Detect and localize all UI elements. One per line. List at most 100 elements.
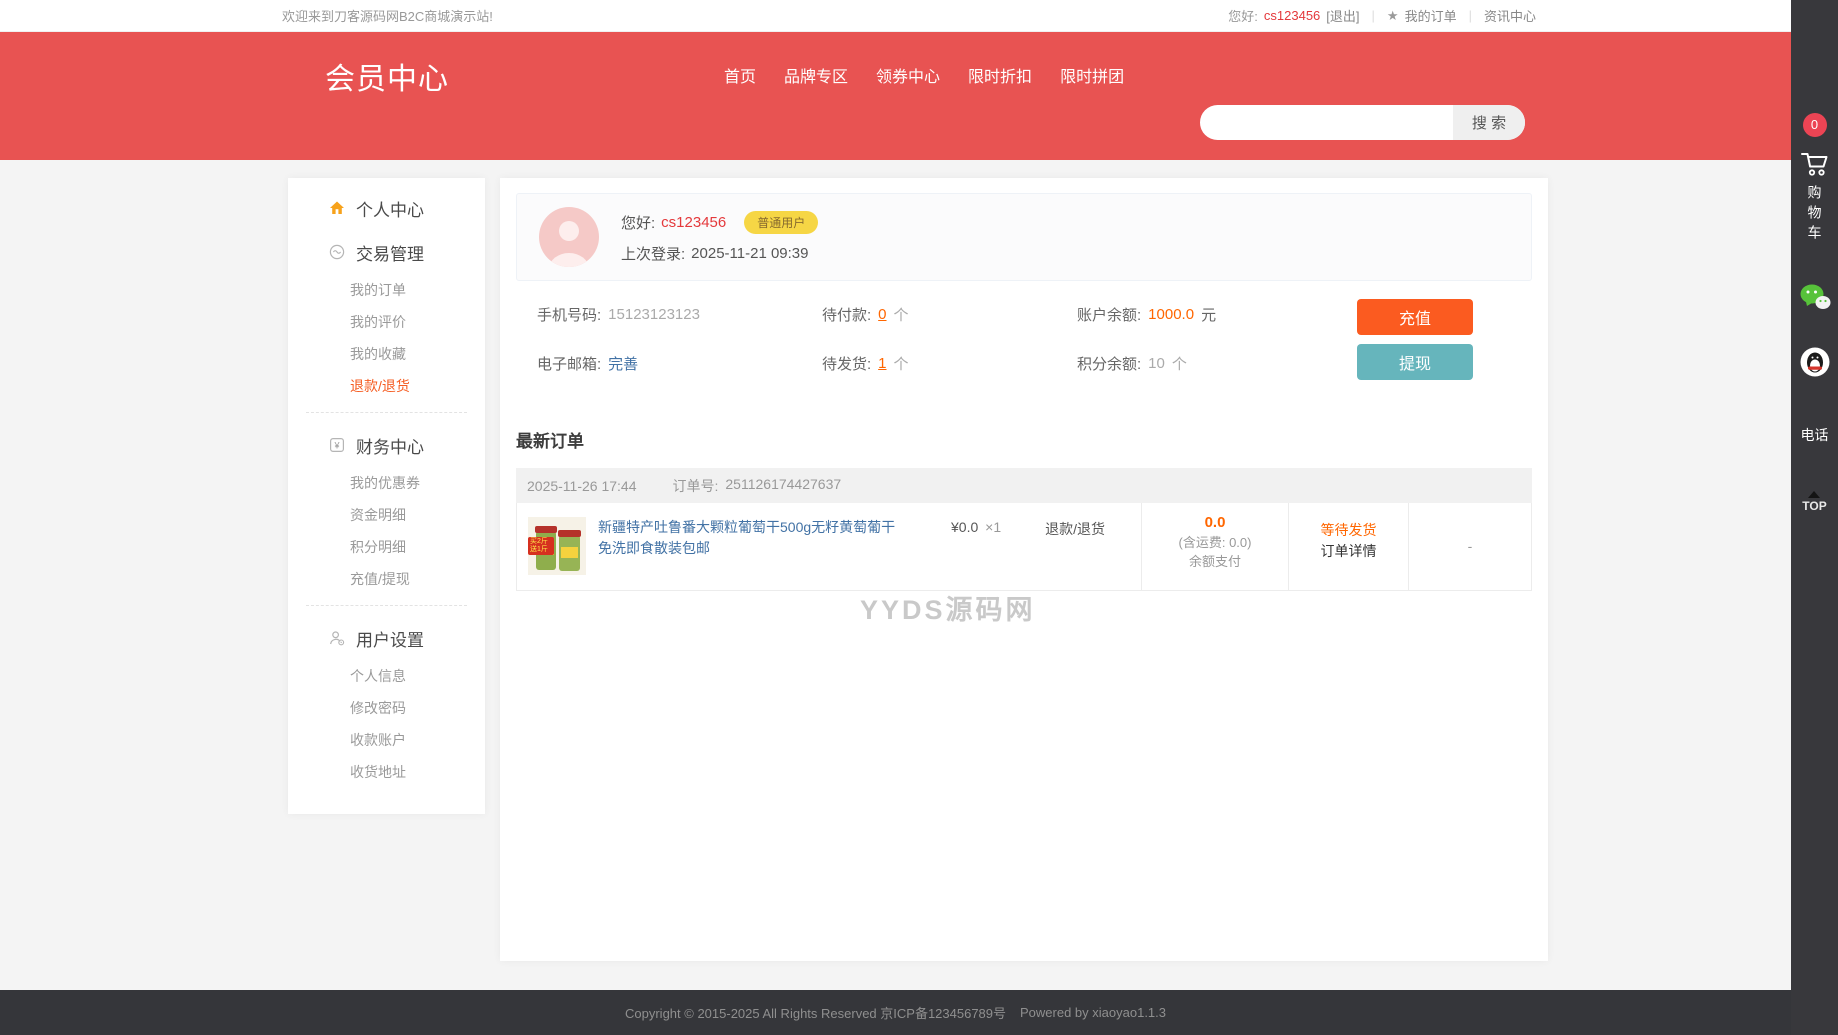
email-label: 电子邮箱: xyxy=(537,356,602,373)
divider xyxy=(306,605,467,606)
floating-toolbar: 0 购物车 电话 TOP xyxy=(1791,0,1838,1035)
order-header-row: 2025-11-26 17:44 订单号: 251126174427637 xyxy=(516,468,1532,503)
main-panel: 您好: cs123456 普通用户 上次登录: 2025-11-21 09:39… xyxy=(500,178,1548,961)
home-icon xyxy=(330,201,344,214)
nav-home[interactable]: 首页 xyxy=(724,63,756,87)
sidebar-item-refund-return[interactable]: 退款/退货 xyxy=(288,370,485,402)
yuan-icon: ¥ xyxy=(333,440,340,450)
order-date: 2025-11-26 17:44 xyxy=(527,477,637,494)
back-to-top-button[interactable]: TOP xyxy=(1802,491,1827,513)
phone-value: 15123123123 xyxy=(608,306,700,323)
news-link[interactable]: 资讯中心 xyxy=(1484,6,1536,25)
profile-greeting-label: 您好: xyxy=(621,214,656,232)
order-status-cell: 等待发货 订单详情 xyxy=(1288,503,1408,590)
balance-cell: 账户余额: 1000.0 元 xyxy=(1077,304,1377,325)
main-nav: 首页 品牌专区 领券中心 限时折扣 限时拼团 xyxy=(724,63,1124,87)
greeting-label: 您好: xyxy=(1228,9,1258,24)
sidebar-item-my-reviews[interactable]: 我的评价 xyxy=(288,306,485,338)
order-product-cell: 买2斤送1斤 新疆特产吐鲁番大颗粒葡萄干500g无籽黄萄葡干免洗即食散装包邮 ¥… xyxy=(517,503,1141,590)
topbar-username-link[interactable]: cs123456 xyxy=(1264,8,1320,23)
user-settings-icon xyxy=(330,631,345,646)
phone-tool-label[interactable]: 电话 xyxy=(1801,425,1829,445)
points-cell: 积分余额: 10 个 xyxy=(1077,353,1377,374)
copyright-text: Copyright © 2015-2025 All Rights Reserve… xyxy=(625,1006,1007,1021)
order-type-label: 退款/退货 xyxy=(1045,521,1105,537)
sidebar-item-personal-info[interactable]: 个人信息 xyxy=(288,660,485,692)
topbar: 欢迎来到刀客源码网B2C商城演示站! 您好: cs123456 [退出] | ★… xyxy=(0,0,1791,32)
pending-payment-unit: 个 xyxy=(893,307,909,324)
email-cell: 电子邮箱: 完善 xyxy=(537,353,822,374)
order-no-value: 251126174427637 xyxy=(725,475,842,492)
sidebar-section-title: 财务中心 xyxy=(356,437,424,457)
cart-icon[interactable] xyxy=(1800,149,1830,177)
price-value: ¥0.0 xyxy=(951,519,979,535)
profile-username: cs123456 xyxy=(661,213,727,231)
pending-ship-cell: 待发货: 1 个 xyxy=(822,353,1077,374)
pending-payment-label: 待付款: xyxy=(822,307,872,324)
points-value: 10 xyxy=(1148,355,1165,372)
order-payment-cell: 0.0 (含运费: 0.0) 余额支付 xyxy=(1141,503,1288,590)
points-label: 积分余额: xyxy=(1077,356,1142,373)
wechat-icon[interactable] xyxy=(1799,283,1831,311)
site-logo[interactable]: 会员中心 xyxy=(325,54,449,98)
sidebar-item-personal-center[interactable]: 个人中心 xyxy=(288,186,485,230)
search-button[interactable]: 搜 索 xyxy=(1453,105,1525,140)
email-complete-link[interactable]: 完善 xyxy=(608,353,638,374)
sidebar-section-title: 交易管理 xyxy=(356,244,424,264)
up-arrow-icon xyxy=(1808,491,1821,498)
order-no-label: 订单号: xyxy=(672,477,719,494)
sidebar-section-user-settings[interactable]: 用户设置 xyxy=(288,616,485,660)
order-table: 2025-11-26 17:44 订单号: 251126174427637 买2… xyxy=(516,468,1532,591)
pending-ship-count[interactable]: 1 xyxy=(878,355,886,372)
qq-icon[interactable] xyxy=(1800,347,1830,377)
sidebar-item-my-coupons[interactable]: 我的优惠券 xyxy=(288,467,485,499)
star-icon: ★ xyxy=(1386,7,1399,23)
pending-ship-unit: 个 xyxy=(893,356,909,373)
pending-payment-cell: 待付款: 0 个 xyxy=(822,304,1077,325)
product-title-link[interactable]: 新疆特产吐鲁番大颗粒葡萄干500g无籽黄萄葡干免洗即食散装包邮 xyxy=(598,517,908,559)
balance-value: 1000.0 xyxy=(1148,306,1195,323)
nav-flash-discount[interactable]: 限时折扣 xyxy=(968,63,1032,87)
sidebar-section-title: 用户设置 xyxy=(356,630,424,650)
sidebar-section-trade[interactable]: 交易管理 xyxy=(288,230,485,274)
pay-method: 余额支付 xyxy=(1188,554,1241,569)
nav-brand-zone[interactable]: 品牌专区 xyxy=(784,63,848,87)
sidebar-section-finance[interactable]: ¥ 财务中心 xyxy=(288,423,485,467)
phone-cell: 手机号码: 15123123123 xyxy=(537,304,822,325)
sidebar-item-fund-details[interactable]: 资金明细 xyxy=(288,499,485,531)
sidebar-item-my-favorites[interactable]: 我的收藏 xyxy=(288,338,485,370)
site-header: 会员中心 首页 品牌专区 领券中心 限时折扣 限时拼团 搜 索 xyxy=(0,32,1791,160)
powered-by-text: Powered by xiaoyao1.1.3 xyxy=(1020,1005,1166,1020)
withdraw-button[interactable]: 提现 xyxy=(1357,344,1473,380)
nav-coupon-center[interactable]: 领券中心 xyxy=(876,63,940,87)
sidebar-item-recharge-withdraw[interactable]: 充值/提现 xyxy=(288,563,485,595)
divider xyxy=(306,412,467,413)
cart-label[interactable]: 购物车 xyxy=(1805,185,1825,245)
sidebar-item-payment-account[interactable]: 收款账户 xyxy=(288,724,485,756)
trade-icon xyxy=(329,244,345,260)
pending-payment-count[interactable]: 0 xyxy=(878,306,886,323)
account-summary: 手机号码: 15123123123 电子邮箱: 完善 待付款: 0 个 待发货:… xyxy=(516,299,1532,381)
footer: Copyright © 2015-2025 All Rights Reserve… xyxy=(0,990,1791,1035)
member-center-page: 欢迎来到刀客源码网B2C商城演示站! 您好: cs123456 [退出] | ★… xyxy=(0,0,1838,1035)
logout-link[interactable]: [退出] xyxy=(1326,6,1359,25)
search-input[interactable] xyxy=(1200,105,1453,140)
freight-note: (含运费: 0.0) xyxy=(1178,535,1252,550)
order-amount: 0.0 xyxy=(1204,514,1226,531)
separator: | xyxy=(1468,8,1472,23)
product-badge: 买2斤送1斤 xyxy=(528,537,554,555)
search-bar: 搜 索 xyxy=(1200,105,1525,140)
sidebar-item-change-password[interactable]: 修改密码 xyxy=(288,692,485,724)
sidebar-item-points-details[interactable]: 积分明细 xyxy=(288,531,485,563)
nav-group-buy[interactable]: 限时拼团 xyxy=(1060,63,1124,87)
my-orders-link[interactable]: 我的订单 xyxy=(1405,6,1457,25)
profile-card: 您好: cs123456 普通用户 上次登录: 2025-11-21 09:39 xyxy=(516,193,1532,281)
phone-label: 手机号码: xyxy=(537,307,602,324)
sidebar-item-my-orders[interactable]: 我的订单 xyxy=(288,274,485,306)
order-status: 等待发货 xyxy=(1320,522,1377,538)
sidebar-item-shipping-address[interactable]: 收货地址 xyxy=(288,756,485,788)
recharge-button[interactable]: 充值 xyxy=(1357,299,1473,335)
product-image[interactable]: 买2斤送1斤 xyxy=(528,517,586,575)
sidebar-section-title: 个人中心 xyxy=(356,200,424,220)
order-detail-link[interactable]: 订单详情 xyxy=(1289,540,1408,562)
